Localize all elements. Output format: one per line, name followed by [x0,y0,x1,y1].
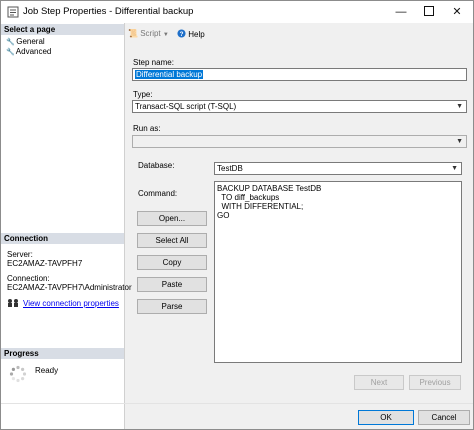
progress-header: Progress [1,348,124,359]
page-item-advanced[interactable]: 🔧 Advanced [6,47,51,56]
help-button[interactable]: ? Help [177,29,205,39]
database-value: TestDB [217,164,243,173]
command-line: GO [217,211,230,220]
next-button[interactable]: Next [354,375,404,390]
ok-button[interactable]: OK [358,410,414,425]
left-pane: Select a page 🔧 General 🔧 Advanced Conne… [1,23,132,429]
command-textarea[interactable]: BACKUP DATABASE TestDB TO diff_backups W… [214,181,462,363]
chevron-down-icon: ▼ [456,103,463,110]
progress-spinner-icon [9,365,27,383]
select-all-button[interactable]: Select All [137,233,207,248]
run-as-label: Run as: [133,124,161,133]
script-button[interactable]: 📜 Script ▼ [128,29,169,38]
job-step-icon [7,6,19,18]
command-line: BACKUP DATABASE TestDB [217,184,322,193]
command-line: TO diff_backups [217,193,280,202]
connection-properties-icon [8,299,18,307]
maximize-button[interactable] [415,1,443,23]
minimize-button[interactable]: — [387,1,415,23]
open-button[interactable]: Open... [137,211,207,226]
svg-text:?: ? [180,31,184,38]
page-item-general[interactable]: 🔧 General [6,37,45,46]
copy-button[interactable]: Copy [137,255,207,270]
database-label: Database: [138,161,175,170]
server-value: EC2AMAZ-TAVPFH7 [7,259,83,268]
footer-divider [1,403,473,404]
job-step-properties-window: Job Step Properties - Differential backu… [0,0,474,430]
connection-header: Connection [1,233,124,244]
command-label: Command: [138,189,178,198]
type-value: Transact-SQL script (T-SQL) [135,102,237,111]
database-select[interactable]: TestDB ▼ [214,162,462,175]
page-label-advanced: Advanced [15,47,52,56]
cancel-button[interactable]: Cancel [418,410,470,425]
progress-status: Ready [35,366,59,375]
chevron-down-icon: ▼ [456,138,463,145]
type-select[interactable]: Transact-SQL script (T-SQL) ▼ [132,100,467,113]
wrench-icon: 🔧 [6,49,15,56]
step-name-input[interactable]: Differential backup [132,68,467,81]
wrench-icon: 🔧 [6,39,15,46]
chevron-down-icon: ▼ [162,32,169,38]
step-name-label: Step name: [133,58,174,67]
help-label: Help [188,30,205,39]
run-as-select[interactable]: ▼ [132,135,467,148]
close-button[interactable]: ✕ [443,1,471,23]
help-icon: ? [177,29,186,38]
connection-value: EC2AMAZ-TAVPFH7\Administrator [7,283,132,292]
parse-button[interactable]: Parse [137,299,207,314]
select-page-header: Select a page [1,24,124,35]
script-label: Script [140,29,161,38]
paste-button[interactable]: Paste [137,277,207,292]
step-name-value: Differential backup [135,70,204,79]
command-line: WITH DIFFERENTIAL; [217,202,304,211]
type-label: Type: [133,90,153,99]
view-connection-properties-link[interactable]: View connection properties [23,299,119,308]
script-icon: 📜 [128,29,138,38]
maximize-icon [424,6,434,17]
page-label-general: General [16,37,45,46]
server-label: Server: [7,250,33,259]
chevron-down-icon: ▼ [451,165,458,172]
title-bar[interactable]: Job Step Properties - Differential backu… [1,1,473,23]
previous-button[interactable]: Previous [409,375,461,390]
window-title: Job Step Properties - Differential backu… [23,6,194,17]
connection-label: Connection: [7,274,50,283]
